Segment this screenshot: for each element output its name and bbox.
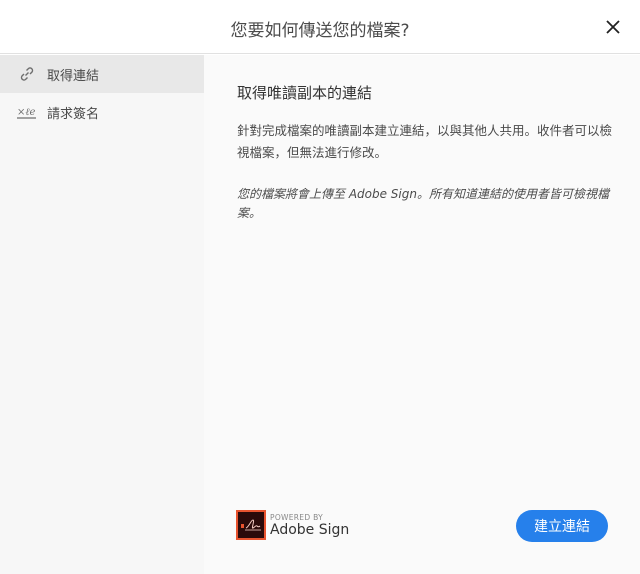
signature-icon: ×ℓe [17, 102, 37, 122]
sidebar-item-get-link[interactable]: 取得連結 [0, 55, 204, 93]
close-icon[interactable] [604, 18, 622, 36]
powered-by-adobe-sign: POWERED BY Adobe Sign [236, 510, 349, 540]
link-icon [17, 64, 37, 84]
section-heading: 取得唯讀副本的連結 [237, 84, 373, 102]
dialog-title: 您要如何傳送您的檔案? [230, 21, 410, 41]
sidebar: 取得連結 ×ℓe 請求簽名 [0, 55, 204, 574]
sidebar-item-request-signature[interactable]: ×ℓe 請求簽名 [0, 93, 204, 131]
dialog-header: 您要如何傳送您的檔案? [0, 0, 640, 54]
sidebar-item-label: 取得連結 [47, 68, 100, 84]
svg-text:×ℓe: ×ℓe [17, 107, 36, 118]
brand-name: Adobe Sign [270, 521, 350, 538]
powered-by-label: POWERED BY [270, 512, 324, 522]
upload-note: 您的檔案將會上傳至 Adobe Sign。所有知道連結的使用者皆可檢視檔案。 [237, 187, 609, 220]
main-panel: 取得唯讀副本的連結 針對完成檔案的唯讀副本建立連結，以與其他人共用。收件者可以檢… [204, 55, 640, 574]
adobe-sign-logo-icon [236, 510, 266, 540]
create-link-button[interactable]: 建立連結 [516, 510, 608, 542]
description: 針對完成檔案的唯讀副本建立連結，以與其他人共用。收件者可以檢視檔案，但無法進行修… [237, 123, 613, 160]
sidebar-item-label: 請求簽名 [47, 106, 100, 122]
